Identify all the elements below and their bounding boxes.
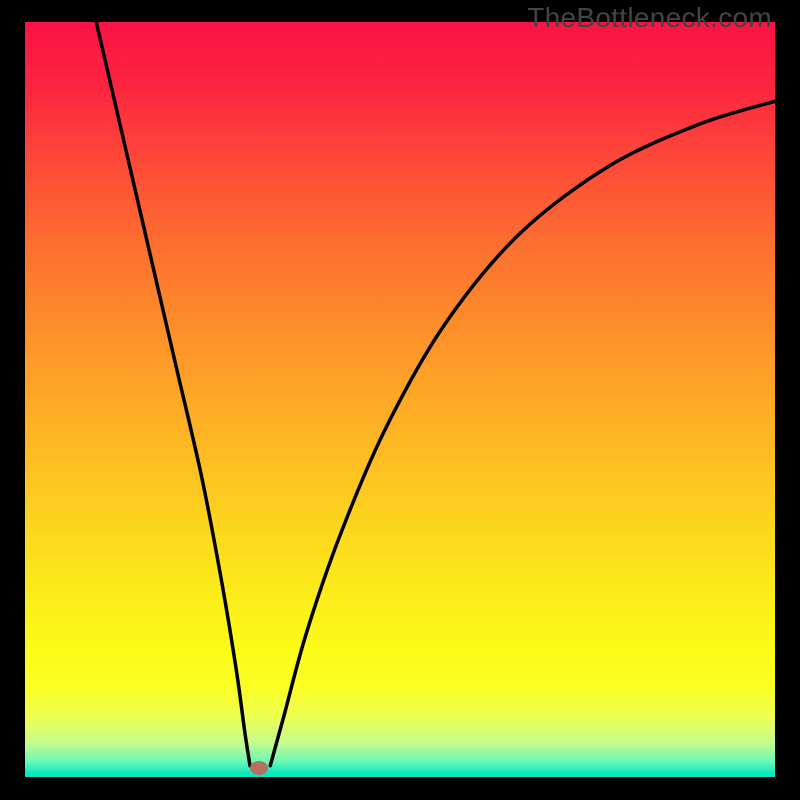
watermark-text: TheBottleneck.com (527, 2, 772, 34)
chart-svg (25, 22, 775, 777)
chart-plot-area (25, 22, 775, 777)
minimum-marker (250, 761, 268, 775)
